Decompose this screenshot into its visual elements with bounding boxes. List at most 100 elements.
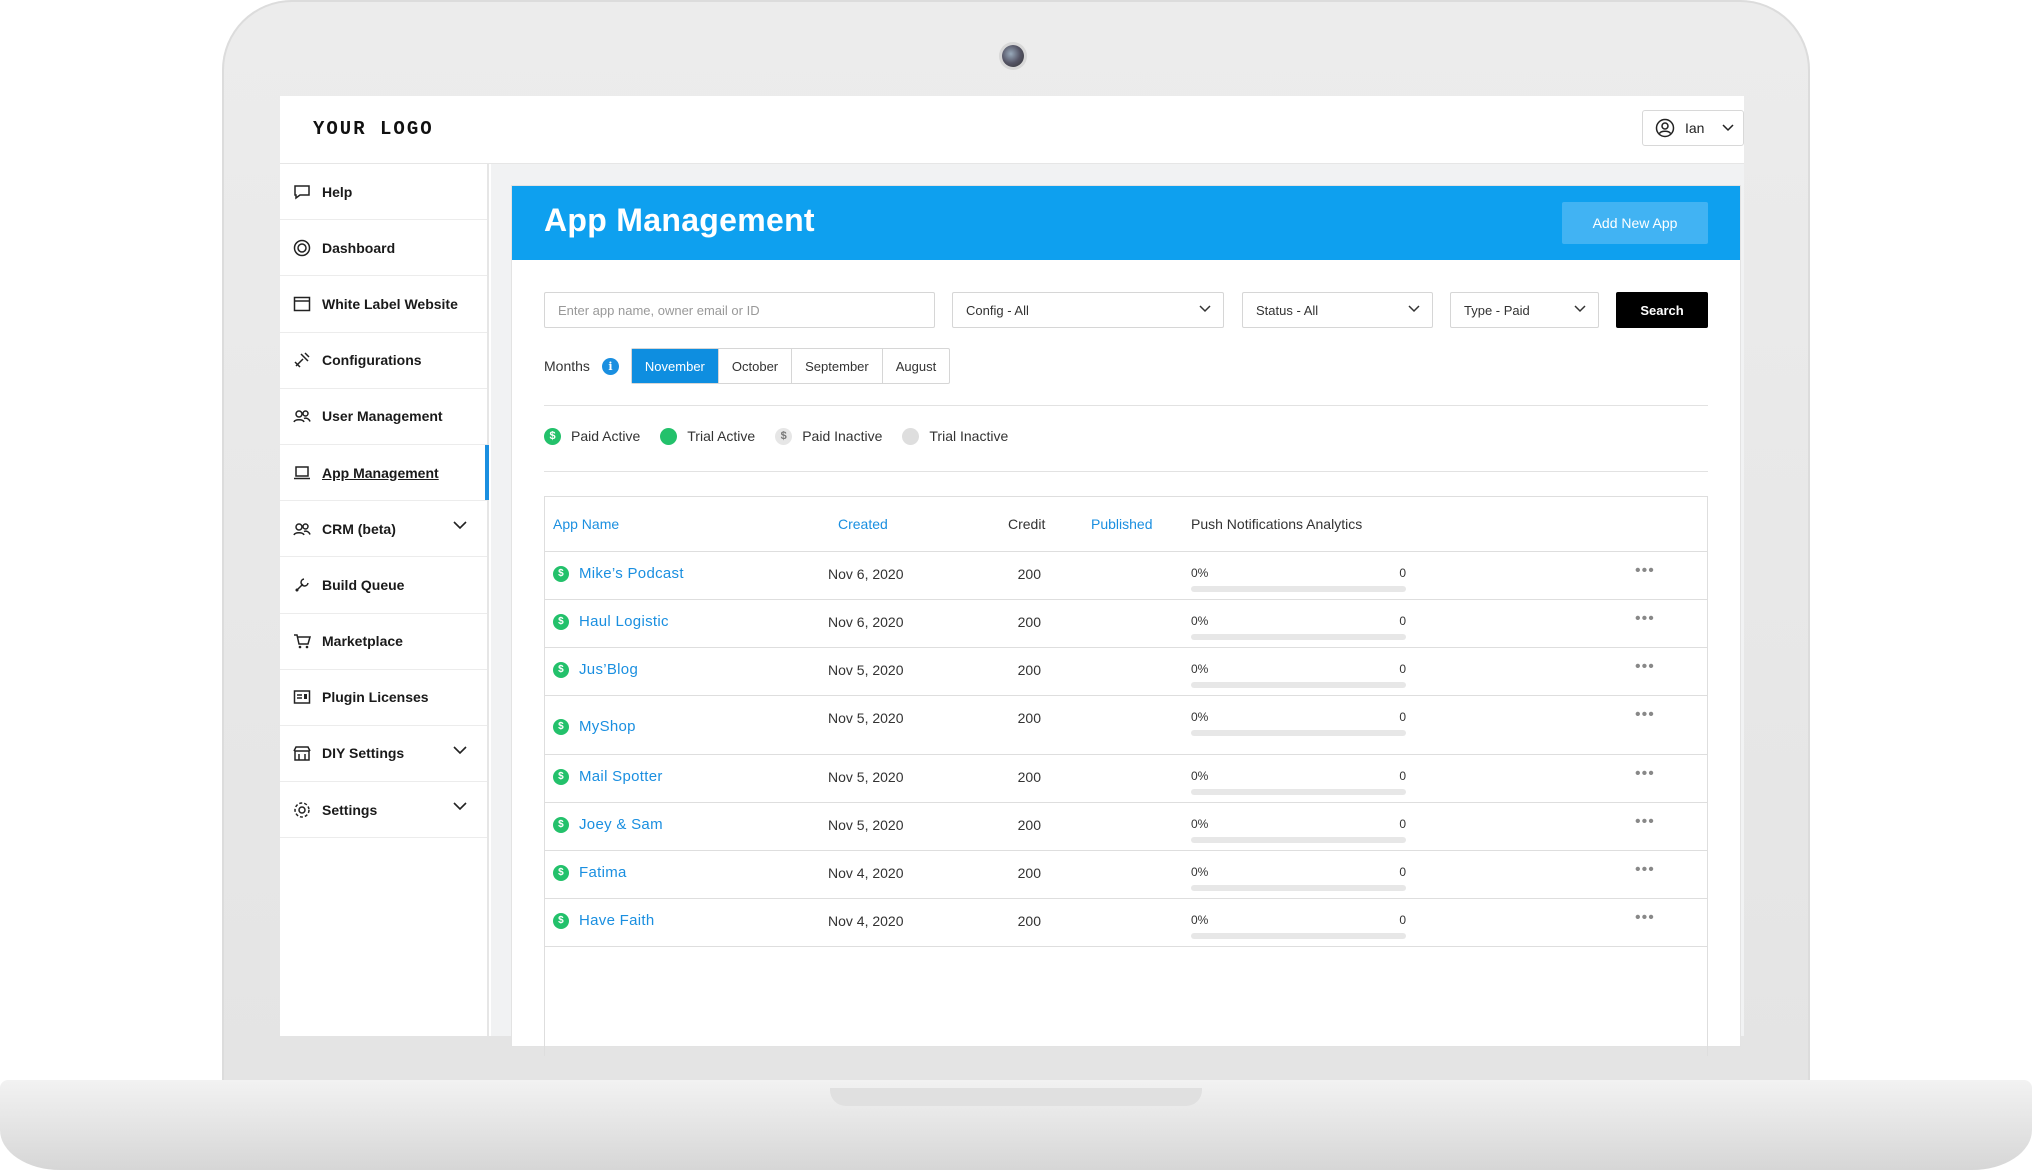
info-icon[interactable]: i (601, 357, 619, 375)
more-options-icon[interactable]: ••• (1635, 861, 1655, 879)
push-count: 0 (1399, 614, 1406, 628)
push-progress-bar (1191, 789, 1406, 795)
sidebar-item-label: Dashboard (322, 239, 396, 256)
sidebar-item-build-queue[interactable]: Build Queue (280, 557, 487, 614)
paid-active-status-icon: $ (553, 816, 569, 833)
more-options-icon[interactable]: ••• (1635, 706, 1655, 724)
app-name-link[interactable]: $ Haul Logistic (553, 613, 669, 630)
app-name-link[interactable]: $ Fatima (553, 864, 627, 881)
table-row[interactable]: $ MyShop Nov 5, 2020 200 0% 0 ••• (545, 696, 1707, 755)
table-row[interactable]: $ Fatima Nov 4, 2020 200 0% 0 ••• (545, 851, 1707, 899)
push-count: 0 (1399, 817, 1406, 831)
sidebar-item-diy-settings[interactable]: DIY Settings (280, 726, 487, 783)
sidebar-item-settings[interactable]: Settings (280, 782, 487, 839)
push-progress-bar (1191, 837, 1406, 843)
tools-icon (292, 350, 312, 370)
paid-active-status-icon: $ (553, 613, 569, 630)
push-analytics: 0% 0 (1191, 865, 1406, 891)
app-name-link[interactable]: $ MyShop (553, 718, 636, 735)
more-options-icon[interactable]: ••• (1635, 610, 1655, 628)
credit-value: 200 (1017, 769, 1041, 785)
table-row[interactable]: $ Mike’s Podcast Nov 6, 2020 200 0% 0 ••• (545, 552, 1707, 600)
push-percent: 0% (1191, 710, 1209, 724)
user-menu-button[interactable]: Ian (1642, 110, 1744, 146)
chevron-down-icon[interactable] (453, 521, 467, 530)
legend-item-paid-active: $ Paid Active (544, 427, 640, 445)
sidebar-item-marketplace[interactable]: Marketplace (280, 614, 487, 670)
push-analytics: 0% 0 (1191, 710, 1406, 736)
sidebar-item-label: White Label Website (322, 295, 458, 312)
sidebar-item-crm-beta[interactable]: CRM (beta) (280, 501, 487, 558)
table-row[interactable]: $ Haul Logistic Nov 6, 2020 200 0% 0 ••• (545, 600, 1707, 648)
users-icon (292, 519, 312, 539)
credit-value: 200 (1017, 662, 1041, 678)
sidebar-item-label: Plugin Licenses (322, 689, 429, 706)
table-row[interactable]: $ Jus’Blog Nov 5, 2020 200 0% 0 ••• (545, 648, 1707, 696)
sidebar-item-white-label-website[interactable]: White Label Website (280, 276, 487, 333)
push-analytics: 0% 0 (1191, 614, 1406, 640)
sidebar-item-configurations[interactable]: Configurations (280, 333, 487, 389)
cart-icon (292, 631, 312, 651)
paid-active-status-icon: $ (544, 427, 561, 445)
sidebar-item-plugin-licenses[interactable]: Plugin Licenses (280, 670, 487, 726)
sidebar-item-help[interactable]: Help (280, 164, 487, 221)
created-date: Nov 5, 2020 (828, 710, 904, 726)
table-row[interactable]: $ Joey & Sam Nov 5, 2020 200 0% 0 ••• (545, 803, 1707, 851)
more-options-icon[interactable]: ••• (1635, 562, 1655, 580)
app-name-link[interactable]: $ Mike’s Podcast (553, 565, 684, 582)
table-row[interactable]: $ Have Faith Nov 4, 2020 200 0% 0 ••• (545, 899, 1707, 947)
app-name: Joey & Sam (579, 816, 663, 833)
more-options-icon[interactable]: ••• (1635, 909, 1655, 927)
push-percent: 0% (1191, 566, 1209, 580)
sidebar: Help Dashboard White Label Website Configur… (280, 164, 489, 1036)
logo[interactable]: YOUR LOGO (313, 118, 434, 140)
column-header-created[interactable]: Created (838, 516, 888, 532)
column-header-app-name[interactable]: App Name (553, 516, 619, 532)
chevron-down-icon (1722, 124, 1734, 132)
add-new-app-button[interactable]: Add New App (1562, 202, 1708, 244)
search-button[interactable]: Search (1616, 292, 1708, 328)
app-name-link[interactable]: $ Joey & Sam (553, 816, 663, 833)
chevron-down-icon[interactable] (453, 802, 467, 811)
app-name-link[interactable]: $ Jus’Blog (553, 661, 638, 678)
app-management-panel: App Management Add New App Config - All … (512, 186, 1740, 1056)
status-legend: $ Paid Active Trial Active $ Paid Inactive Tr… (544, 426, 1028, 446)
app-name-link[interactable]: $ Have Faith (553, 912, 655, 929)
push-count: 0 (1399, 566, 1406, 580)
user-name: Ian (1685, 120, 1705, 136)
more-options-icon[interactable]: ••• (1635, 813, 1655, 831)
push-percent: 0% (1191, 913, 1209, 927)
store-icon (292, 743, 312, 763)
sidebar-item-dashboard[interactable]: Dashboard (280, 220, 487, 277)
app-name: Jus’Blog (579, 661, 639, 678)
month-tab-august[interactable]: August (883, 349, 949, 383)
created-date: Nov 5, 2020 (828, 662, 904, 678)
month-tab-september[interactable]: September (792, 349, 883, 383)
push-progress-bar (1191, 682, 1406, 688)
app-name-link[interactable]: $ Mail Spotter (553, 768, 663, 785)
chevron-down-icon[interactable] (453, 746, 467, 755)
push-count: 0 (1399, 662, 1406, 676)
more-options-icon[interactable]: ••• (1635, 658, 1655, 676)
type-select[interactable]: Type - Paid (1450, 292, 1599, 328)
column-header-published[interactable]: Published (1091, 516, 1153, 532)
push-percent: 0% (1191, 865, 1209, 879)
month-tab-november[interactable]: November (631, 349, 719, 383)
created-date: Nov 4, 2020 (828, 865, 904, 881)
app-name: Fatima (579, 864, 627, 881)
paid-active-status-icon: $ (553, 864, 569, 881)
sidebar-item-app-management[interactable]: App Management (280, 444, 489, 502)
chevron-down-icon (1574, 305, 1586, 313)
more-options-icon[interactable]: ••• (1635, 765, 1655, 783)
sidebar-item-user-management[interactable]: User Management (280, 389, 487, 445)
push-progress-bar (1191, 885, 1406, 891)
app-search-input[interactable] (544, 292, 935, 328)
table-row[interactable]: $ Mail Spotter Nov 5, 2020 200 0% 0 ••• (545, 755, 1707, 803)
browser-window-icon (292, 294, 312, 314)
month-tab-october[interactable]: October (719, 349, 793, 383)
config-select[interactable]: Config - All (952, 292, 1224, 328)
status-select[interactable]: Status - All (1242, 292, 1433, 328)
app-name: Haul Logistic (579, 613, 669, 630)
panel-header: App Management Add New App (512, 186, 1740, 260)
wrench-icon (292, 575, 312, 595)
